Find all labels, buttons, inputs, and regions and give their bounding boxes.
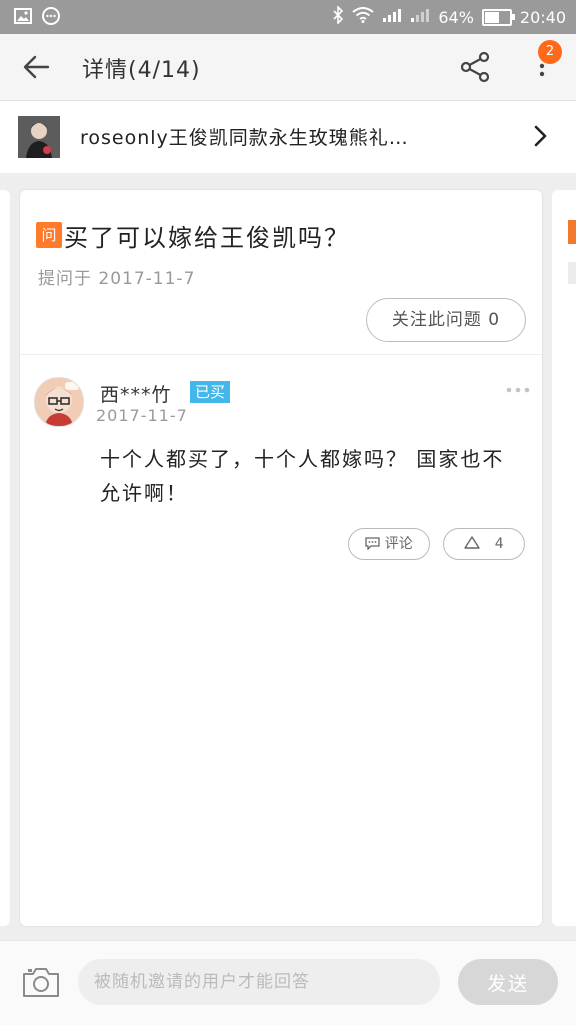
signal-icon [382,7,402,27]
product-name: roseonly王俊凯同款永生玫瑰熊礼… [80,127,409,149]
share-button[interactable] [458,50,492,84]
battery-fill [484,11,499,23]
bought-badge: 已买 [190,381,231,403]
page-title: 详情(4/14) [82,58,201,83]
product-thumbnail [18,116,60,158]
battery-icon [481,8,515,26]
bluetooth-icon [332,5,344,28]
answer-bar: 发送 [0,940,576,1025]
back-button[interactable] [20,52,54,82]
question-card: 问 买了可以嫁给王俊凯吗？ 提问于 2017-11-7 关注此问题 0 西***… [20,190,542,926]
next-card-peek[interactable] [552,190,576,926]
answer-more-button[interactable] [506,378,530,393]
answer-input[interactable] [78,959,440,1005]
signal-2-icon [410,7,430,27]
top-bar: 详情(4/14) 2 [0,34,576,101]
follow-question-button[interactable]: 关注此问题 0 [366,298,526,342]
camera-button[interactable] [22,965,60,999]
arrow-left-icon [23,55,50,79]
chevron-right-icon [534,125,547,147]
like-count: 4 [494,536,504,552]
clock: 20:40 [519,7,566,27]
send-button[interactable]: 发送 [458,959,558,1005]
question-badge: 问 [36,222,62,248]
notification-badge: 2 [538,40,562,64]
triangle-up-icon [464,536,481,549]
question-text: 买了可以嫁给王俊凯吗？ [64,224,350,252]
gallery-icon [14,8,32,28]
product-row[interactable]: roseonly王俊凯同款永生玫瑰熊礼… [0,101,576,173]
wifi-icon [352,7,374,27]
battery-percent: 64% [438,7,474,27]
next-question-badge [568,220,576,244]
previous-card-peek[interactable] [0,190,10,926]
comment-icon [365,537,380,551]
comment-button[interactable]: 评论 [348,528,430,560]
divider [20,354,542,355]
camera-icon [23,968,59,997]
message-icon [42,7,60,29]
next-card-placeholder [568,262,576,284]
answer-username: 西***竹 [100,384,172,406]
product-link-button[interactable] [530,121,550,151]
avatar[interactable] [34,377,84,427]
comment-label: 评论 [384,536,413,552]
like-button[interactable]: 4 [443,528,525,560]
share-icon [460,51,490,83]
answer-date: 2017-11-7 [96,406,188,425]
answer-text: 十个人都买了，十个人都嫁吗？ 国家也不允许啊！ [100,447,505,505]
status-bar: 64% 20:40 [0,0,576,34]
question-date: 提问于 2017-11-7 [38,269,196,289]
more-horizontal-icon [506,387,530,393]
